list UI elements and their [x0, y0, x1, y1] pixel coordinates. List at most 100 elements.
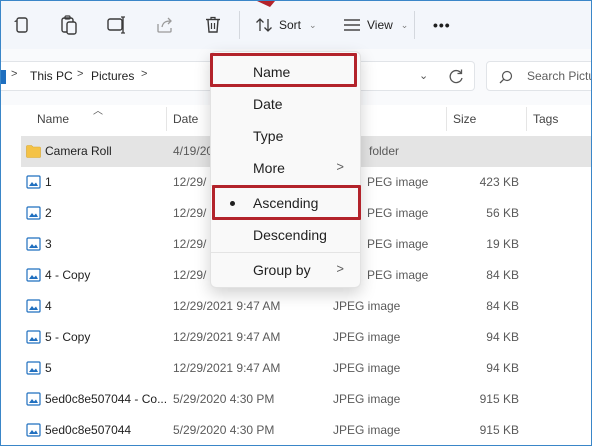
- chevron-down-icon: ⌄: [400, 19, 409, 30]
- file-date: 12/29/: [173, 237, 207, 251]
- image-file-icon: [26, 330, 41, 344]
- file-date: 12/29/: [173, 206, 207, 220]
- menu-item-sort-date[interactable]: Date: [211, 89, 360, 119]
- file-type: PEG image: [367, 206, 429, 220]
- file-date: 5/29/2020 4:30 PM: [173, 423, 275, 437]
- file-type: JPEG image: [333, 330, 401, 344]
- menu-item-label: Date: [253, 96, 283, 112]
- file-date: 5/29/2020 4:30 PM: [173, 392, 275, 406]
- rename-icon[interactable]: [105, 13, 129, 37]
- file-size: 423 KB: [479, 175, 519, 189]
- file-size: 94 KB: [486, 330, 519, 344]
- file-type: PEG image: [367, 175, 429, 189]
- file-type: JPEG image: [333, 361, 401, 375]
- menu-item-label: Ascending: [253, 195, 319, 211]
- list-item[interactable]: 5 12/29/2021 9:47 AM JPEG image 94 KB: [21, 353, 591, 384]
- file-date: 12/29/2021 9:47 AM: [173, 361, 281, 375]
- copy-icon[interactable]: [10, 13, 34, 37]
- menu-item-label: Name: [253, 64, 291, 80]
- file-type: PEG image: [367, 268, 429, 282]
- list-item[interactable]: 4 12/29/2021 9:47 AM JPEG image 84 KB: [21, 291, 591, 322]
- file-date: 12/29/: [173, 175, 207, 189]
- file-type: JPEG image: [333, 392, 401, 406]
- file-size: 56 KB: [486, 206, 519, 220]
- menu-divider: [211, 185, 360, 186]
- paste-icon[interactable]: [57, 13, 81, 37]
- address-history-chevron-icon[interactable]: ⌄: [419, 69, 428, 82]
- share-icon[interactable]: [153, 13, 177, 37]
- file-name: 5ed0c8e507044 - Co...: [45, 392, 168, 406]
- list-item[interactable]: 5ed0c8e507044 - Co... 5/29/2020 4:30 PM …: [21, 384, 591, 415]
- more-icon: •••: [433, 17, 451, 33]
- chevron-right-icon: >: [336, 159, 344, 174]
- chevron-down-icon: ⌄: [309, 19, 317, 30]
- file-explorer-window: Sort ⌄ View ⌄ ••• > This PC > Pictures >…: [0, 0, 592, 446]
- list-item[interactable]: 5ed0c8e507044 5/29/2020 4:30 PM JPEG ima…: [21, 415, 591, 445]
- file-name: 4 - Copy: [45, 268, 91, 282]
- column-header-tags[interactable]: Tags: [533, 112, 558, 126]
- file-type: PEG image: [367, 237, 429, 251]
- file-name: 1: [45, 175, 52, 189]
- search-icon: [499, 70, 513, 84]
- image-file-icon: [26, 237, 41, 251]
- file-size: 915 KB: [479, 392, 519, 406]
- menu-divider: [211, 252, 360, 253]
- image-file-icon: [26, 268, 41, 282]
- file-size: 915 KB: [479, 423, 519, 437]
- selected-bullet-icon: [230, 201, 235, 206]
- menu-item-ascending[interactable]: Ascending: [211, 188, 360, 218]
- column-divider[interactable]: [446, 107, 447, 131]
- column-header-date[interactable]: Date: [173, 112, 198, 126]
- search-box[interactable]: [486, 61, 591, 91]
- toolbar-divider: [414, 11, 415, 39]
- more-options-button[interactable]: •••: [433, 13, 451, 37]
- file-type: folder: [369, 144, 400, 158]
- command-bar: Sort ⌄ View ⌄ •••: [1, 1, 591, 49]
- menu-item-label: More: [253, 160, 285, 176]
- menu-item-sort-type[interactable]: Type: [211, 121, 360, 151]
- menu-item-label: Group by: [253, 262, 311, 278]
- image-file-icon: [26, 423, 41, 437]
- refresh-icon[interactable]: [447, 68, 465, 86]
- column-header-size[interactable]: Size: [453, 112, 476, 126]
- file-type: JPEG image: [333, 423, 401, 437]
- file-name: 5 - Copy: [45, 330, 91, 344]
- column-divider[interactable]: [526, 107, 527, 131]
- sort-icon: [256, 18, 272, 32]
- image-file-icon: [26, 392, 41, 406]
- annotation-arrow-icon: [257, 1, 275, 7]
- menu-item-label: Type: [253, 128, 284, 144]
- image-file-icon: [26, 299, 41, 313]
- file-name: 2: [45, 206, 52, 220]
- menu-item-label: Descending: [253, 227, 327, 243]
- view-button-label: View: [367, 18, 393, 32]
- search-input[interactable]: [527, 67, 591, 85]
- toolbar-divider: [239, 11, 240, 39]
- breadcrumb-pictures[interactable]: Pictures: [91, 69, 134, 83]
- file-name: 5: [45, 361, 52, 375]
- list-item[interactable]: 5 - Copy 12/29/2021 9:47 AM JPEG image 9…: [21, 322, 591, 353]
- file-date: 12/29/2021 9:47 AM: [173, 330, 281, 344]
- column-header-name[interactable]: Name: [37, 112, 69, 126]
- image-file-icon: [26, 206, 41, 220]
- file-name: 4: [45, 299, 52, 313]
- sort-button[interactable]: Sort ⌄: [255, 13, 317, 37]
- menu-item-sort-more[interactable]: More >: [211, 153, 360, 183]
- column-divider[interactable]: [166, 107, 167, 131]
- delete-icon[interactable]: [201, 13, 225, 37]
- file-name: 5ed0c8e507044: [45, 423, 132, 437]
- breadcrumb-separator: >: [11, 68, 18, 80]
- folder-icon: [26, 145, 41, 158]
- file-date: 12/29/2021 9:47 AM: [173, 299, 281, 313]
- file-size: 94 KB: [486, 361, 519, 375]
- sort-button-label: Sort: [279, 18, 302, 32]
- file-name: Camera Roll: [45, 144, 112, 158]
- menu-item-sort-name[interactable]: Name: [211, 57, 360, 87]
- image-file-icon: [26, 175, 41, 189]
- menu-item-group-by[interactable]: Group by >: [211, 255, 360, 285]
- menu-item-descending[interactable]: Descending: [211, 220, 360, 250]
- view-button[interactable]: View ⌄: [343, 13, 408, 37]
- file-date: 4/19/20: [173, 144, 214, 158]
- file-size: 84 KB: [486, 268, 519, 282]
- breadcrumb-this-pc[interactable]: This PC: [30, 69, 73, 83]
